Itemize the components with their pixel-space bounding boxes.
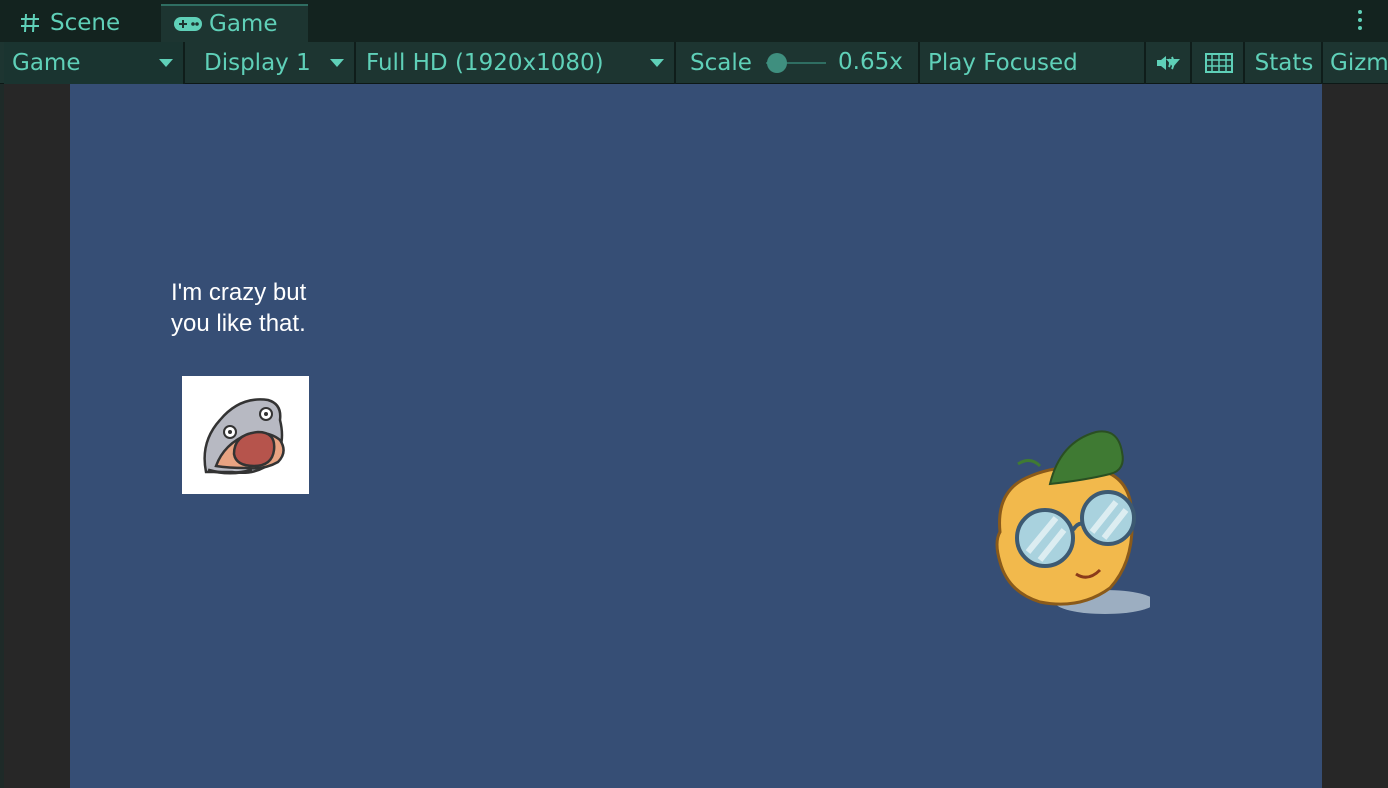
stats-button[interactable]: Stats xyxy=(1247,42,1323,84)
view-mode-label: Game xyxy=(12,50,81,76)
gamepad-icon xyxy=(174,17,202,31)
scale-slider[interactable] xyxy=(766,53,826,73)
chevron-down-icon xyxy=(159,59,173,67)
play-mode-label: Play Focused xyxy=(928,50,1078,76)
tab-scene[interactable]: Scene xyxy=(0,4,160,42)
display-label: Display 1 xyxy=(204,50,311,76)
stats-label: Stats xyxy=(1254,50,1314,76)
scale-slider-handle[interactable] xyxy=(767,53,787,73)
mute-audio-button[interactable] xyxy=(1144,42,1192,84)
dialog-line-1: I'm crazy but xyxy=(171,279,307,306)
scale-label: Scale xyxy=(690,50,752,76)
scale-value: 0.65x xyxy=(838,49,903,75)
dialog-text: I'm crazy but you like that. xyxy=(171,277,306,339)
chevron-down-icon xyxy=(330,59,344,67)
mussel-character-icon xyxy=(203,398,285,475)
keyboard-shortcuts-button[interactable] xyxy=(1194,42,1245,84)
editor-tab-bar: Scene Game xyxy=(0,0,1388,42)
keyboard-icon xyxy=(1204,53,1233,73)
chevron-down-icon xyxy=(650,59,664,67)
display-dropdown[interactable]: Display 1 xyxy=(187,42,356,84)
dialog-line-2: you like that. xyxy=(171,310,306,337)
gizmos-label: Gizm xyxy=(1330,50,1388,76)
speaker-portrait xyxy=(182,376,309,494)
tab-scene-label: Scene xyxy=(50,10,121,36)
view-mode-dropdown[interactable]: Game xyxy=(4,42,185,84)
gizmos-button[interactable]: Gizm xyxy=(1325,42,1388,84)
hash-icon xyxy=(21,13,39,33)
game-view-toolbar: Game Display 1 Full HD (1920x1080) Scale… xyxy=(0,42,1388,84)
speaker-icon xyxy=(1157,56,1175,70)
resolution-dropdown[interactable]: Full HD (1920x1080) xyxy=(358,42,676,84)
lemon-character-icon xyxy=(995,430,1150,614)
more-options-icon[interactable] xyxy=(1352,10,1368,34)
tab-game[interactable]: Game xyxy=(161,4,308,42)
scale-control: Scale 0.65x xyxy=(678,42,920,84)
game-view[interactable]: I'm crazy but you like that. xyxy=(70,84,1322,788)
resolution-label: Full HD (1920x1080) xyxy=(366,50,604,76)
tab-game-label: Game xyxy=(209,11,278,37)
